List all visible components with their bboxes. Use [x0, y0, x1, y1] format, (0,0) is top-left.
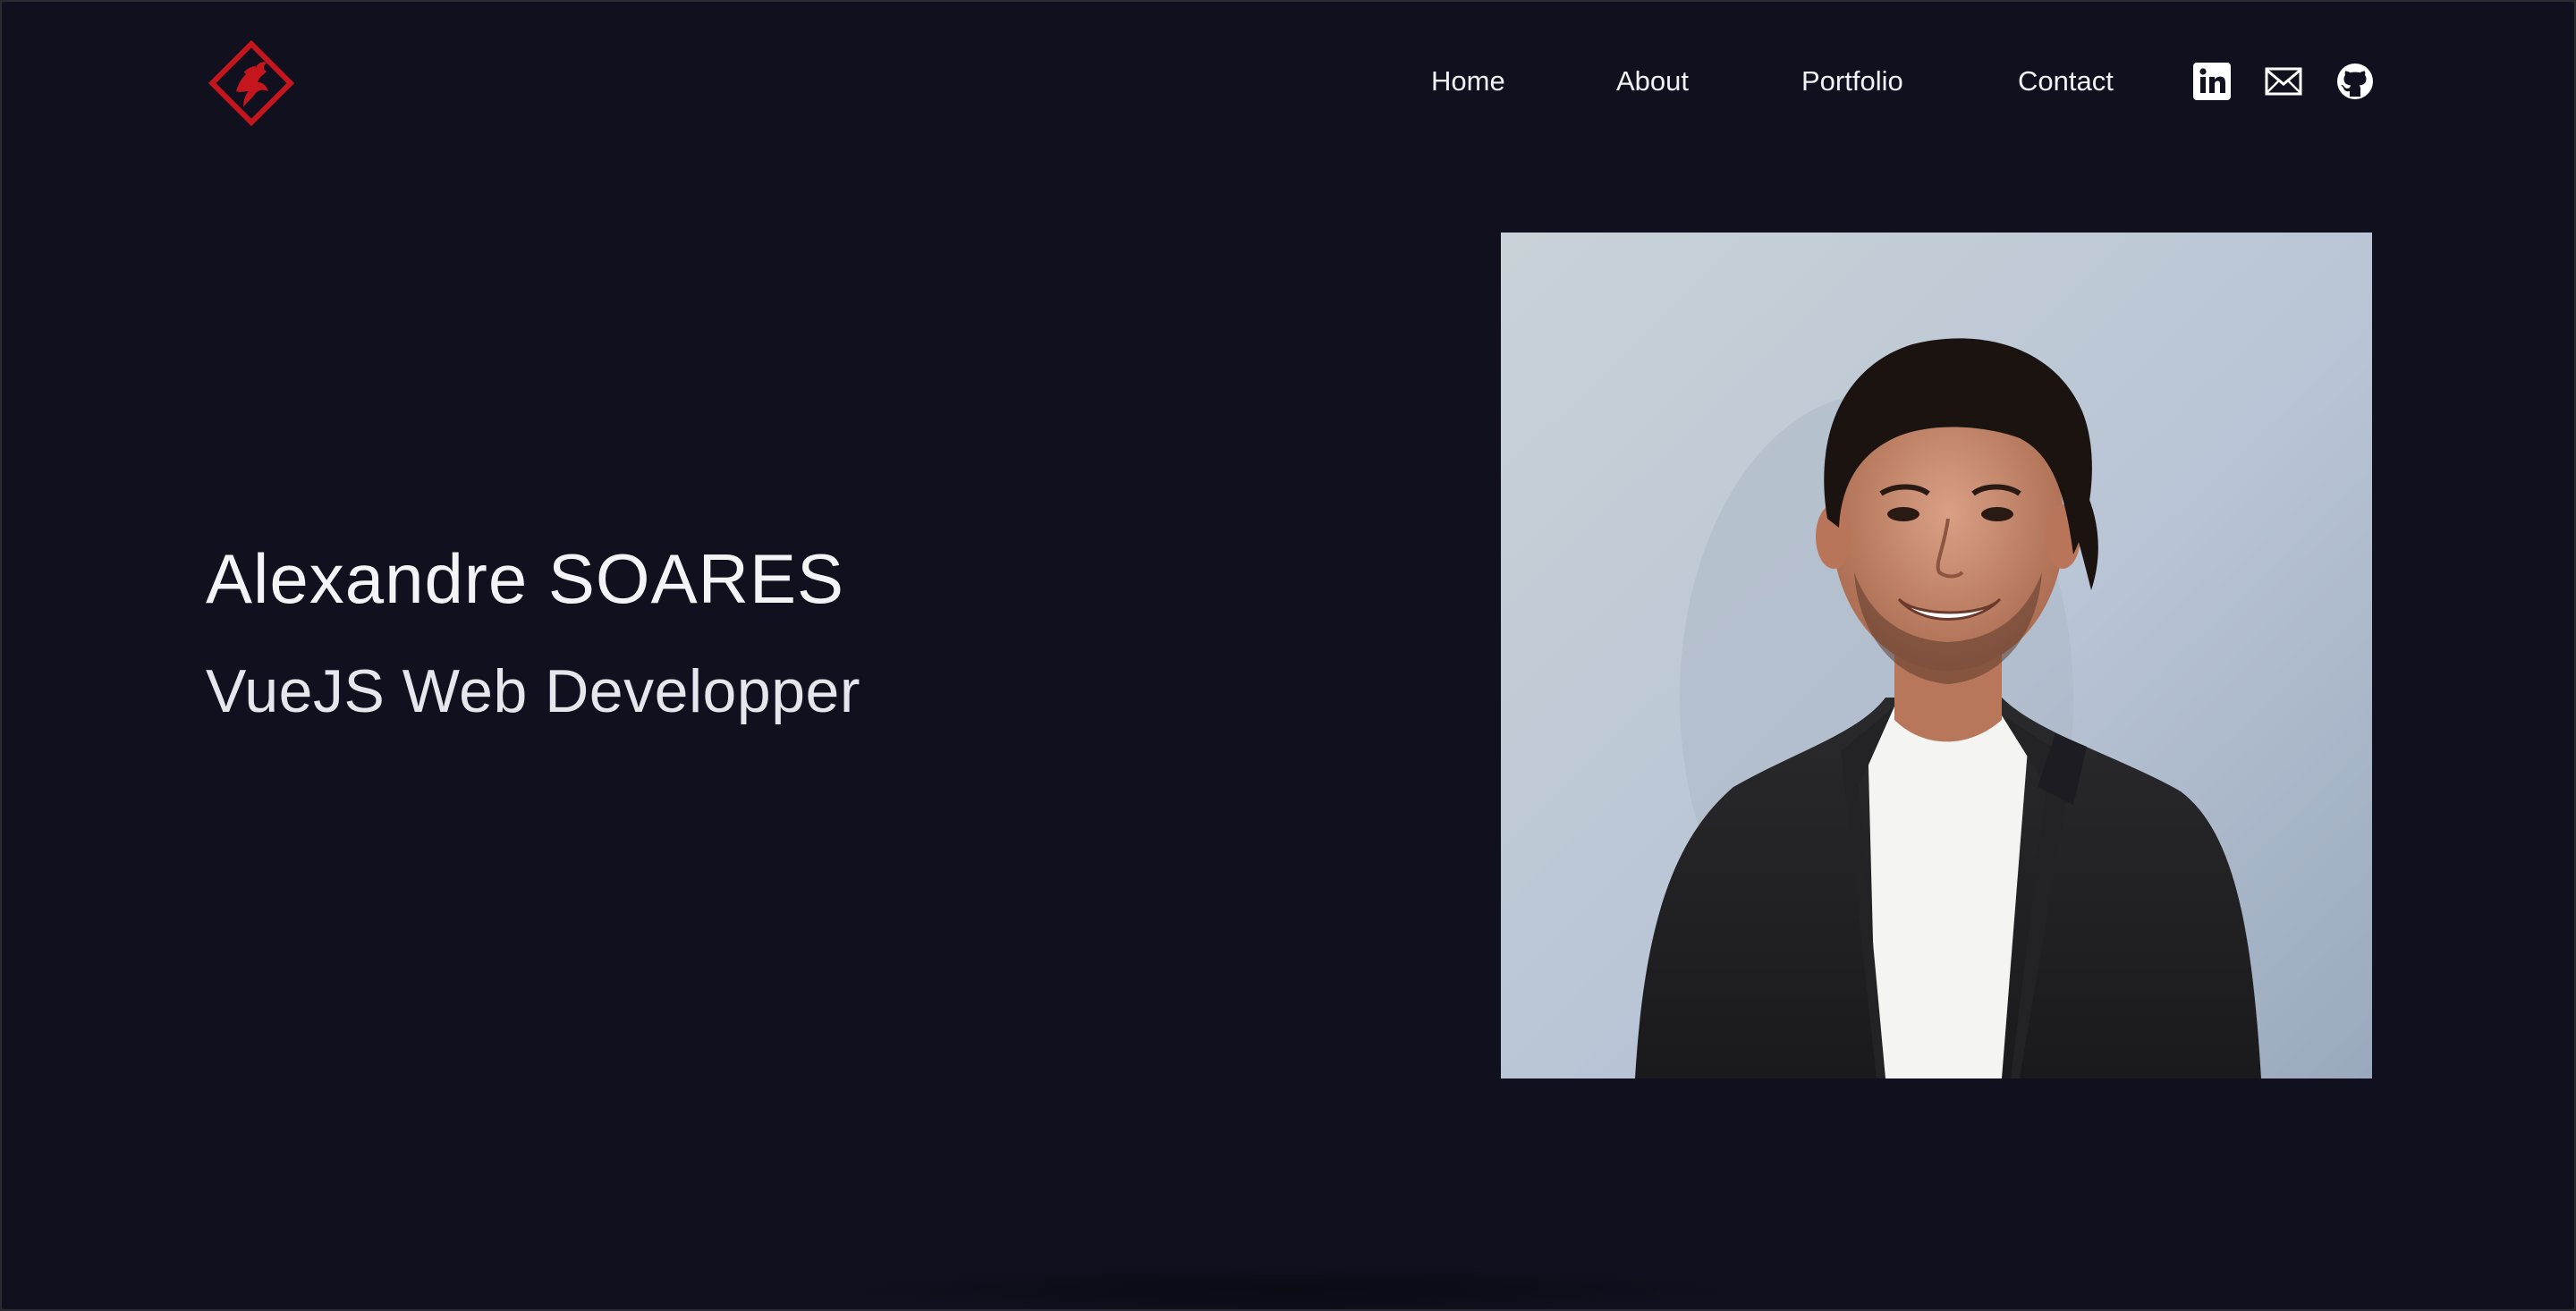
mail-link[interactable]: [2263, 61, 2304, 102]
page-window: Home About Portfolio Contact Alexandre S…: [0, 0, 2576, 1311]
profile-photo: [1501, 233, 2372, 1078]
mail-icon: [2265, 67, 2302, 96]
nav-contact[interactable]: Contact: [2018, 54, 2114, 109]
linkedin-link[interactable]: [2191, 61, 2233, 102]
main-nav: Home About Portfolio Contact: [2, 54, 2574, 109]
nav-about[interactable]: About: [1616, 54, 1689, 109]
footer-shadow: [807, 1263, 1773, 1309]
linkedin-icon: [2193, 63, 2231, 100]
nav-portfolio[interactable]: Portfolio: [1801, 54, 1903, 109]
profile-photo-image: [1501, 233, 2372, 1078]
nav-home[interactable]: Home: [1431, 54, 1505, 109]
github-icon: [2337, 63, 2373, 99]
hero-role: VueJS Web Developper: [206, 657, 860, 725]
github-link[interactable]: [2334, 61, 2376, 102]
hero-name: Alexandre SOARES: [206, 539, 845, 618]
